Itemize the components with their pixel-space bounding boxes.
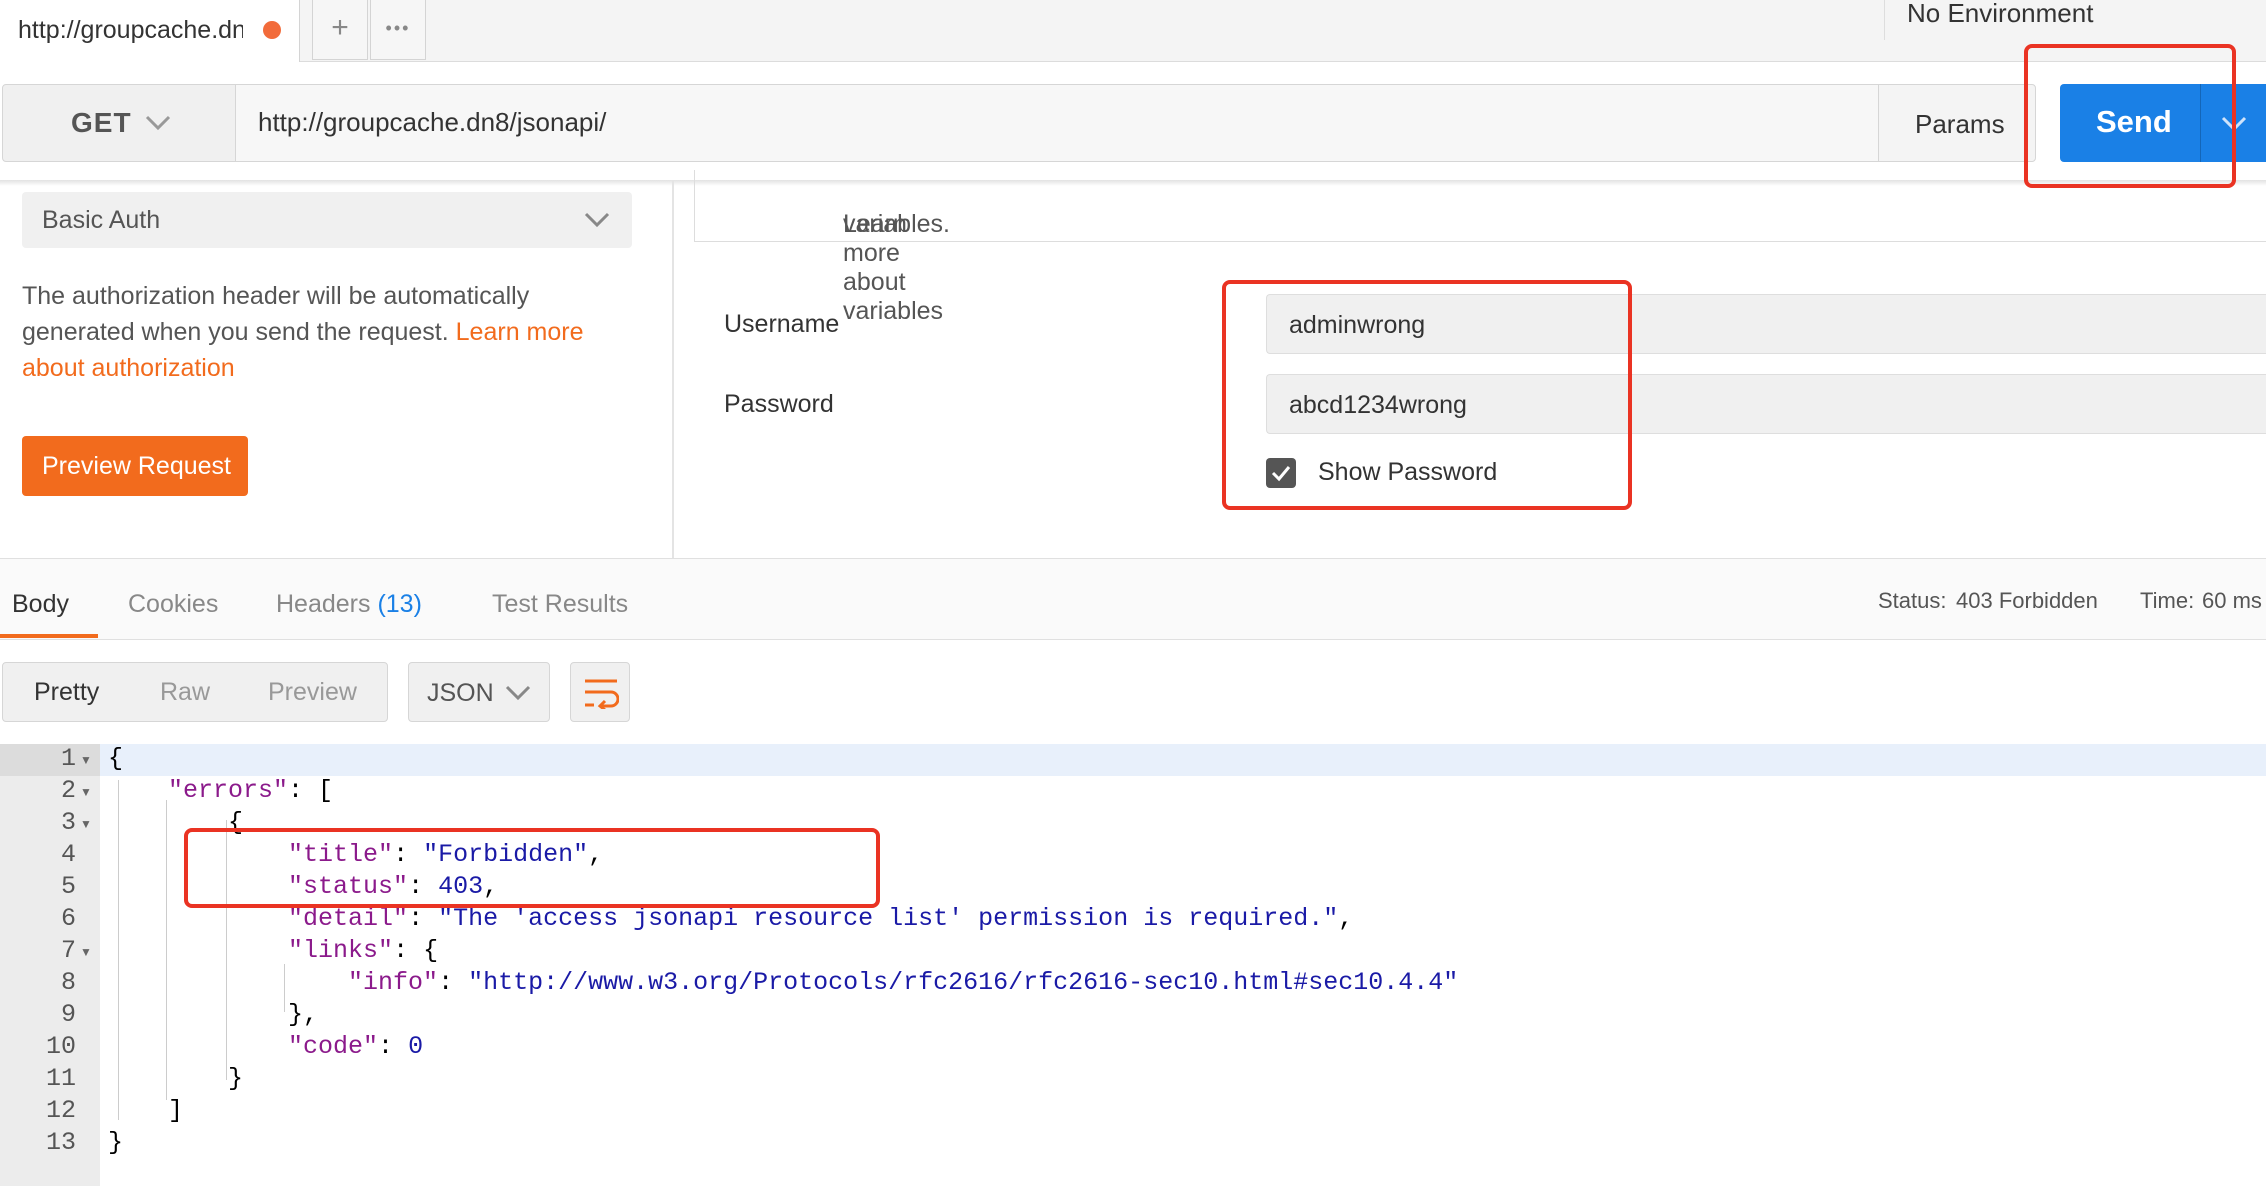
line-number: 1 xyxy=(60,744,76,773)
request-tab[interactable]: http://groupcache.dn8 xyxy=(0,0,300,62)
method-select[interactable]: GET xyxy=(2,84,236,162)
line-number: 13 xyxy=(45,1128,76,1157)
format-select[interactable]: JSON xyxy=(408,662,550,722)
fold-arrow-icon[interactable]: ▼ xyxy=(80,753,92,767)
line-number: 2 xyxy=(60,776,76,805)
line-number: 8 xyxy=(60,968,76,997)
tab-headers-label: Headers xyxy=(276,590,371,618)
auth-description: The authorization header will be automat… xyxy=(22,278,642,386)
code-line-1: { xyxy=(108,744,123,773)
code-detail-key: "detail" xyxy=(288,904,409,933)
line-number: 9 xyxy=(60,1000,76,1029)
code-obj-close: } xyxy=(228,1064,244,1093)
code-open-brace: { xyxy=(108,744,124,773)
active-line-highlight xyxy=(100,744,2266,776)
code-links-key: "links" xyxy=(288,936,394,965)
code-detail-value: "The 'access jsonapi resource list' perm… xyxy=(438,904,1339,933)
code-info-value: "http://www.w3.org/Protocols/rfc2616/rfc… xyxy=(468,968,1459,997)
code-info-key: "info" xyxy=(348,968,439,997)
params-label: Params xyxy=(1915,109,2005,139)
password-label: Password xyxy=(724,390,834,418)
tab-headers[interactable]: Headers (13) xyxy=(276,590,422,619)
annotation-box-send xyxy=(2024,44,2236,188)
fold-arrow-icon[interactable]: ▼ xyxy=(80,785,92,799)
panel-divider xyxy=(672,180,674,558)
preview-request-label: Preview Request xyxy=(42,452,231,480)
auth-type-label: Basic Auth xyxy=(42,206,161,234)
tab-body[interactable]: Body xyxy=(12,590,69,619)
code-line-2: "errors": [ xyxy=(108,776,333,805)
code-links-close: }, xyxy=(288,1000,319,1029)
chevron-down-icon xyxy=(584,212,610,228)
status-label: Status: xyxy=(1878,588,1947,613)
wrap-lines-icon xyxy=(585,679,619,709)
tab-cookies[interactable]: Cookies xyxy=(128,590,218,619)
code-line-7: "links": { xyxy=(288,936,439,965)
environment-label: No Environment xyxy=(1907,0,2094,28)
unsaved-dot-icon xyxy=(263,21,281,39)
line-number: 4 xyxy=(60,840,76,869)
auth-description-text: The authorization header will be automat… xyxy=(22,282,530,346)
code-line-9: }, xyxy=(108,1000,318,1029)
line-number: 12 xyxy=(45,1096,76,1125)
chevron-down-icon xyxy=(505,685,531,701)
chevron-down-icon xyxy=(145,115,171,131)
view-pretty-button[interactable]: Pretty xyxy=(34,678,99,707)
view-raw-button[interactable]: Raw xyxy=(160,678,210,707)
line-number: 3 xyxy=(60,808,76,837)
request-tab-title: http://groupcache.dn8 xyxy=(18,16,243,44)
fold-arrow-icon[interactable]: ▼ xyxy=(80,817,92,831)
learn-more-variables-link[interactable]: Learn more about variables xyxy=(843,210,943,326)
line-number: 7 xyxy=(60,936,76,965)
headers-count: (13) xyxy=(377,590,422,618)
line-number: 6 xyxy=(60,904,76,933)
code-colon-bracket: : [ xyxy=(288,776,334,805)
code-line-10: "code": 0 xyxy=(288,1032,424,1061)
line-number: 5 xyxy=(60,872,76,901)
code-line-11: } xyxy=(108,1064,243,1093)
code-code-key: "code" xyxy=(288,1032,379,1061)
code-line-6: "detail": "The 'access jsonapi resource … xyxy=(288,904,1354,933)
auth-type-select[interactable]: Basic Auth xyxy=(22,192,632,248)
annotation-box-status xyxy=(184,828,880,908)
params-button[interactable]: Params xyxy=(1878,84,2036,162)
method-label: GET xyxy=(71,107,132,138)
code-line-12: ] xyxy=(108,1096,183,1125)
url-value: http://groupcache.dn8/jsonapi/ xyxy=(258,107,607,137)
code-line-13: } xyxy=(108,1128,123,1157)
tab-more-button[interactable]: ••• xyxy=(370,0,426,60)
code-line-8: "info": "http://www.w3.org/Protocols/rfc… xyxy=(348,968,1459,997)
code-code-value: 0 xyxy=(408,1032,424,1061)
preview-request-button[interactable]: Preview Request xyxy=(22,436,248,496)
fold-arrow-icon[interactable]: ▼ xyxy=(80,945,92,959)
status-value: 403 Forbidden xyxy=(1956,588,2098,613)
annotation-box-credentials xyxy=(1222,280,1632,510)
line-number: 10 xyxy=(45,1032,76,1061)
time-value: 60 ms xyxy=(2202,588,2262,613)
environment-select[interactable]: No Environment xyxy=(1884,0,2266,40)
wrap-lines-button[interactable] xyxy=(570,662,630,722)
username-label: Username xyxy=(724,310,840,338)
view-preview-button[interactable]: Preview xyxy=(268,678,357,707)
code-arr-close: ] xyxy=(168,1096,184,1125)
line-number: 11 xyxy=(45,1064,76,1093)
code-close-brace: } xyxy=(108,1128,124,1157)
tab-test-results[interactable]: Test Results xyxy=(492,590,628,619)
time-label: Time: xyxy=(2140,588,2195,613)
active-tab-indicator xyxy=(0,634,98,638)
url-input[interactable]: http://groupcache.dn8/jsonapi/ xyxy=(236,84,1878,162)
format-label: JSON xyxy=(427,679,494,707)
new-tab-button[interactable]: + xyxy=(312,0,368,60)
code-errors-key: "errors" xyxy=(168,776,289,805)
